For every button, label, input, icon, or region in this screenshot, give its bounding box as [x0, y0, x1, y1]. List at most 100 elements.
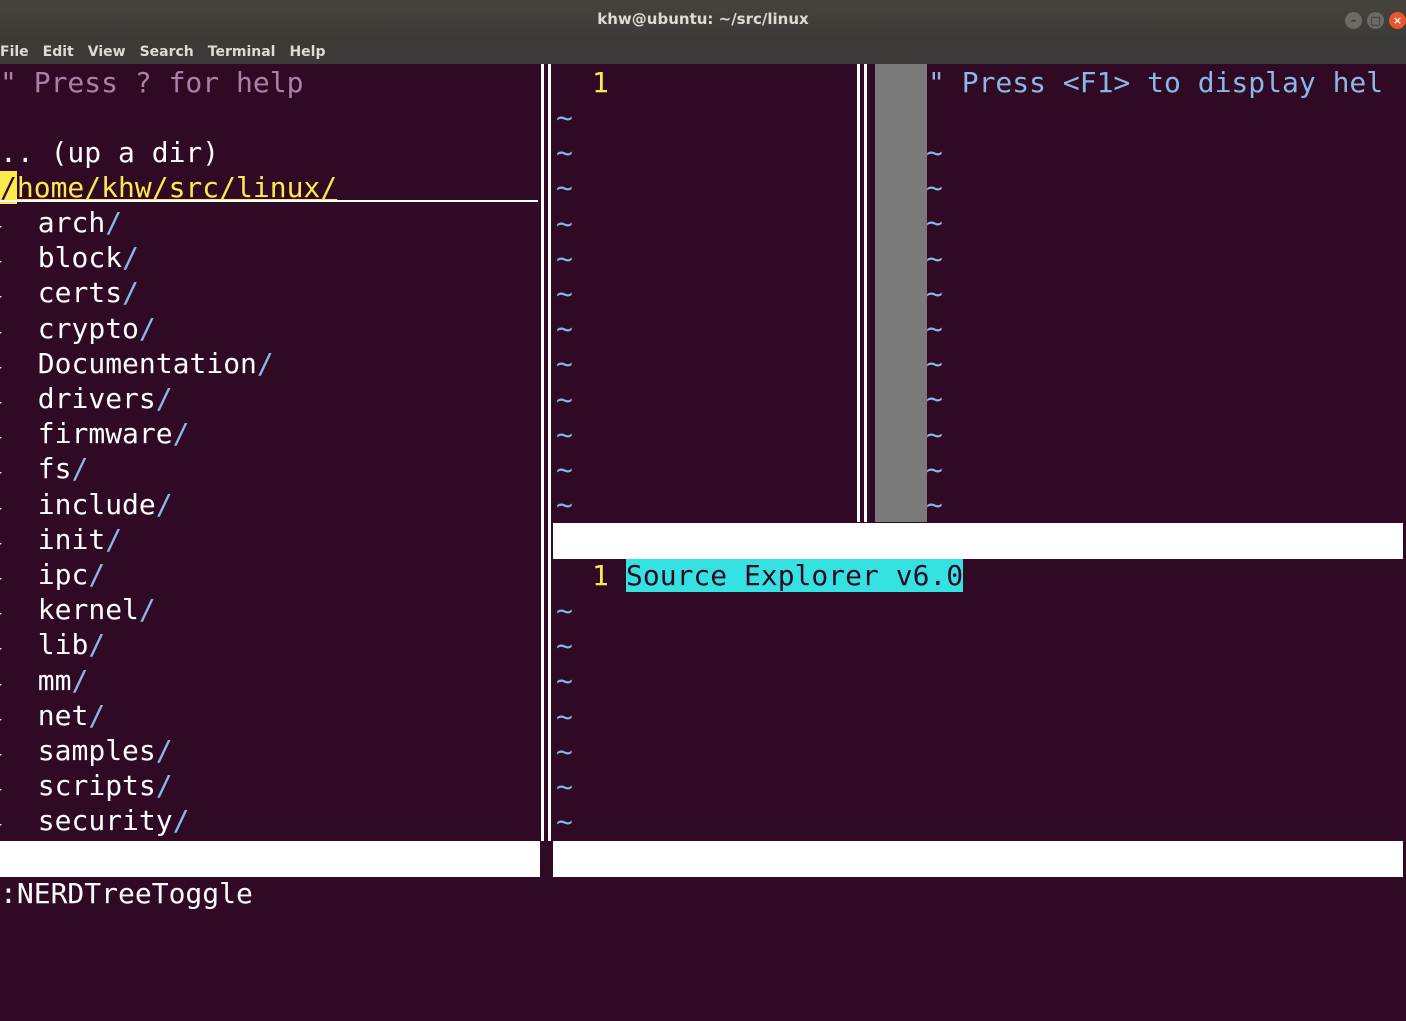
directory-entry[interactable]: ▸ Documentation/: [0, 346, 274, 384]
directory-entry[interactable]: ▸ security/: [0, 803, 189, 841]
directory-entry[interactable]: ▸ init/: [0, 522, 122, 560]
directory-name: arch: [37, 206, 106, 239]
directory-slash: /: [138, 593, 156, 627]
maximize-button[interactable]: □: [1367, 12, 1384, 29]
taglist-status-pos: 1,1: [1140, 632, 1191, 665]
editor-tilde: ~: [556, 417, 573, 451]
directory-slash: /: [172, 417, 190, 451]
srcexpl-tilde: ~: [556, 770, 573, 803]
directory-entry[interactable]: ▸ ipc/: [0, 557, 105, 595]
menu-help[interactable]: Help: [282, 42, 332, 64]
directory-entry[interactable]: ▸ fs/: [0, 451, 88, 489]
directory-entry[interactable]: ▸ drivers/: [0, 381, 173, 419]
directory-slash: /: [105, 522, 123, 556]
srcexpl-line-number: 1: [592, 559, 609, 592]
srcexpl-tilde: ~: [556, 664, 573, 698]
directory-slash: /: [105, 206, 123, 239]
directory-slash: /: [138, 311, 156, 345]
editor-status-line: <o Name] 0,0-1 Tag_List__ 1,1 All: [553, 523, 1403, 701]
directory-slash: /: [88, 628, 106, 662]
title-bar: khw@ubuntu: ~/src/linux – □ ×: [0, 0, 1406, 42]
directory-name: lib: [37, 628, 89, 662]
cursor-line-rule: [0, 200, 538, 202]
directory-entry[interactable]: ▸ samples/: [0, 733, 173, 771]
directory-name: kernel: [37, 593, 139, 627]
help-text: Press ? for help: [16, 66, 304, 99]
srcexpl-tilde: ~: [556, 629, 573, 663]
taglist-sign-column: [875, 64, 927, 522]
taglist-tilde: ~: [926, 312, 943, 345]
editor-line-number: 1: [592, 66, 609, 99]
taglist-tilde: ~: [926, 276, 943, 310]
directory-entry[interactable]: ▸ crypto/: [0, 311, 156, 349]
editor-tilde: ~: [556, 347, 573, 381]
directory-slash: /: [155, 487, 173, 521]
directory-entry[interactable]: ▸ lib/: [0, 627, 105, 665]
nerdtree-status-line: /home/khw/src/linux: [0, 841, 540, 911]
menu-view[interactable]: View: [81, 42, 133, 64]
directory-name: init: [37, 522, 106, 556]
directory-entry[interactable]: ▸ net/: [0, 698, 105, 736]
directory-slash: /: [155, 769, 173, 803]
directory-name: ipc: [37, 558, 89, 591]
directory-slash: /: [256, 346, 274, 380]
directory-slash: /: [88, 698, 106, 732]
directory-slash: /: [122, 241, 139, 275]
directory-entry[interactable]: ▸ scripts/: [0, 768, 173, 806]
taglist-tilde: ~: [926, 452, 943, 486]
menu-edit[interactable]: Edit: [36, 42, 81, 64]
srcexpl-tilde: ~: [556, 805, 573, 839]
directory-slash: /: [71, 452, 89, 486]
directory-entry[interactable]: ▸ firmware/: [0, 416, 189, 454]
taglist-tilde: ~: [926, 347, 943, 381]
directory-entry[interactable]: ▸ kernel/: [0, 592, 156, 630]
command-line[interactable]: :NERDTreeToggle: [0, 876, 253, 911]
taglist-tilde: ~: [926, 382, 943, 416]
close-button[interactable]: ×: [1389, 12, 1406, 29]
directory-name: certs: [37, 276, 123, 310]
directory-name: samples: [37, 734, 156, 767]
srcexpl-status-all: All: [1349, 950, 1400, 983]
directory-name: include: [37, 487, 156, 521]
taglist-tilde: ~: [926, 488, 943, 521]
taglist-tilde: ~: [926, 241, 943, 275]
editor-tilde: ~: [556, 382, 573, 416]
menu-file[interactable]: File: [0, 42, 36, 64]
directory-entry[interactable]: ▸ certs/: [0, 275, 139, 313]
directory-name: security: [37, 804, 173, 838]
directory-entry[interactable]: ▸ include/: [0, 487, 173, 525]
directory-name: net: [37, 698, 89, 732]
directory-name: block: [37, 241, 123, 275]
editor-tilde: ~: [556, 136, 573, 170]
terminal-area[interactable]: " Press ? for help .. (up a dir) /home/k…: [0, 64, 1406, 983]
editor-tilde: ~: [556, 312, 573, 346]
pane-separator-right[interactable]: [857, 64, 867, 522]
directory-entry[interactable]: ▸ mm/: [0, 663, 88, 701]
menu-search[interactable]: Search: [133, 42, 201, 64]
directory-entry[interactable]: ▸ block/: [0, 240, 139, 278]
directory-name: fs: [37, 452, 72, 486]
taglist-tilde: ~: [926, 136, 943, 169]
minimize-button[interactable]: –: [1345, 12, 1362, 29]
directory-slash: /: [122, 276, 139, 310]
directory-name: drivers: [37, 382, 156, 415]
up-dir-entry[interactable]: .. (up a dir): [0, 135, 219, 170]
pane-separator-left[interactable]: [541, 64, 551, 841]
directory-entry[interactable]: ▸ arch/: [0, 205, 122, 243]
menu-terminal[interactable]: Terminal: [201, 42, 283, 64]
taglist-status-name: Tag_List__: [910, 596, 1079, 629]
directory-slash: /: [155, 382, 173, 415]
